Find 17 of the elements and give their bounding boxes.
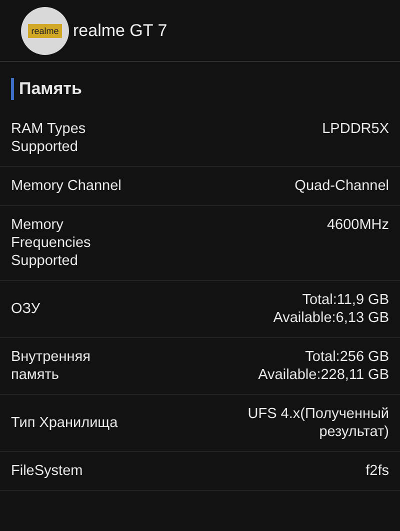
spec-label: ОЗУ <box>11 300 40 318</box>
spec-label: FileSystem <box>11 462 83 480</box>
spec-value: Total:256 GB Available:228,11 GB <box>258 348 389 384</box>
spec-label: Тип Хранилища <box>11 414 118 432</box>
spec-label: RAM Types Supported <box>11 120 86 156</box>
spec-value: 4600MHz <box>326 216 389 234</box>
spec-label: Memory Channel <box>11 177 122 195</box>
spec-value: Quad-Channel <box>294 177 389 195</box>
spec-label: Внутренняя память <box>11 348 90 384</box>
spec-value: UFS 4.x(Полученный результат) <box>248 405 389 441</box>
logo-icon: realme <box>21 7 69 55</box>
spec-value: Total:11,9 GB Available:6,13 GB <box>273 291 389 327</box>
spec-value: LPDDR5X <box>322 120 389 138</box>
spec-label: Memory Frequencies Supported <box>11 216 91 270</box>
section-heading: Память <box>11 78 400 100</box>
device-title: realme GT 7 <box>73 21 168 41</box>
spec-value: f2fs <box>366 462 389 480</box>
